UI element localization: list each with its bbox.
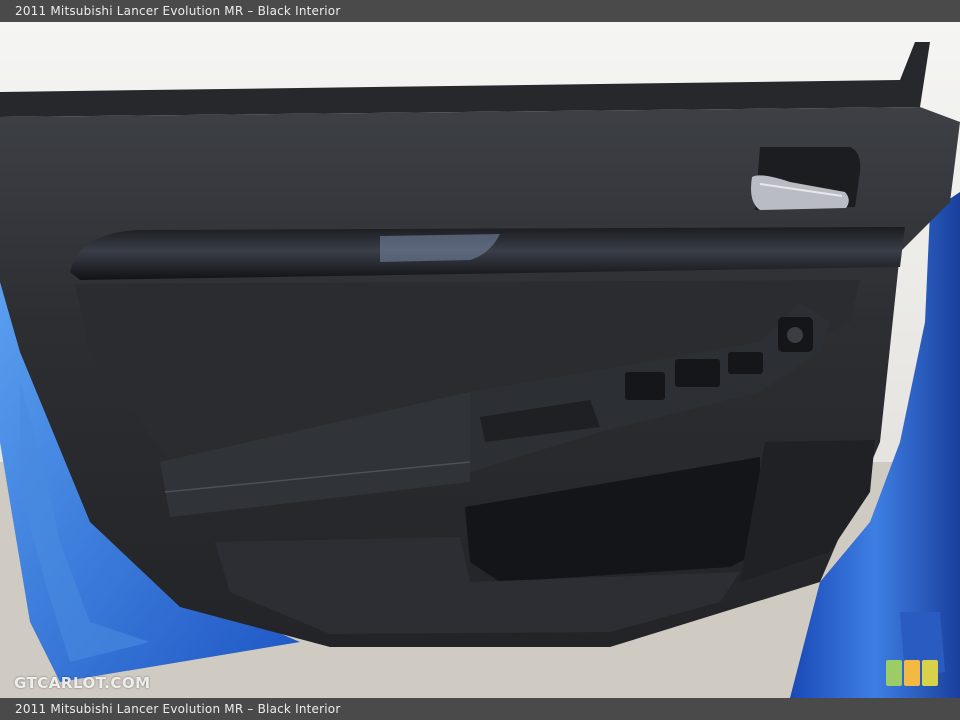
badge-orange-icon [904, 660, 920, 686]
caption-bar-bottom: 2011 Mitsubishi Lancer Evolution MR – Bl… [0, 698, 960, 720]
watermark: GTCARLOT.COM [14, 674, 151, 692]
caption-text: 2011 Mitsubishi Lancer Evolution MR – Bl… [15, 702, 341, 716]
door-panel-illustration [0, 22, 960, 698]
badge-yellow-icon [922, 660, 938, 686]
badge-green-icon [886, 660, 902, 686]
caption-text: 2011 Mitsubishi Lancer Evolution MR – Bl… [15, 4, 341, 18]
caption-bar-top: 2011 Mitsubishi Lancer Evolution MR – Bl… [0, 0, 960, 22]
source-badges [886, 660, 938, 686]
photo-door-panel [0, 22, 960, 698]
